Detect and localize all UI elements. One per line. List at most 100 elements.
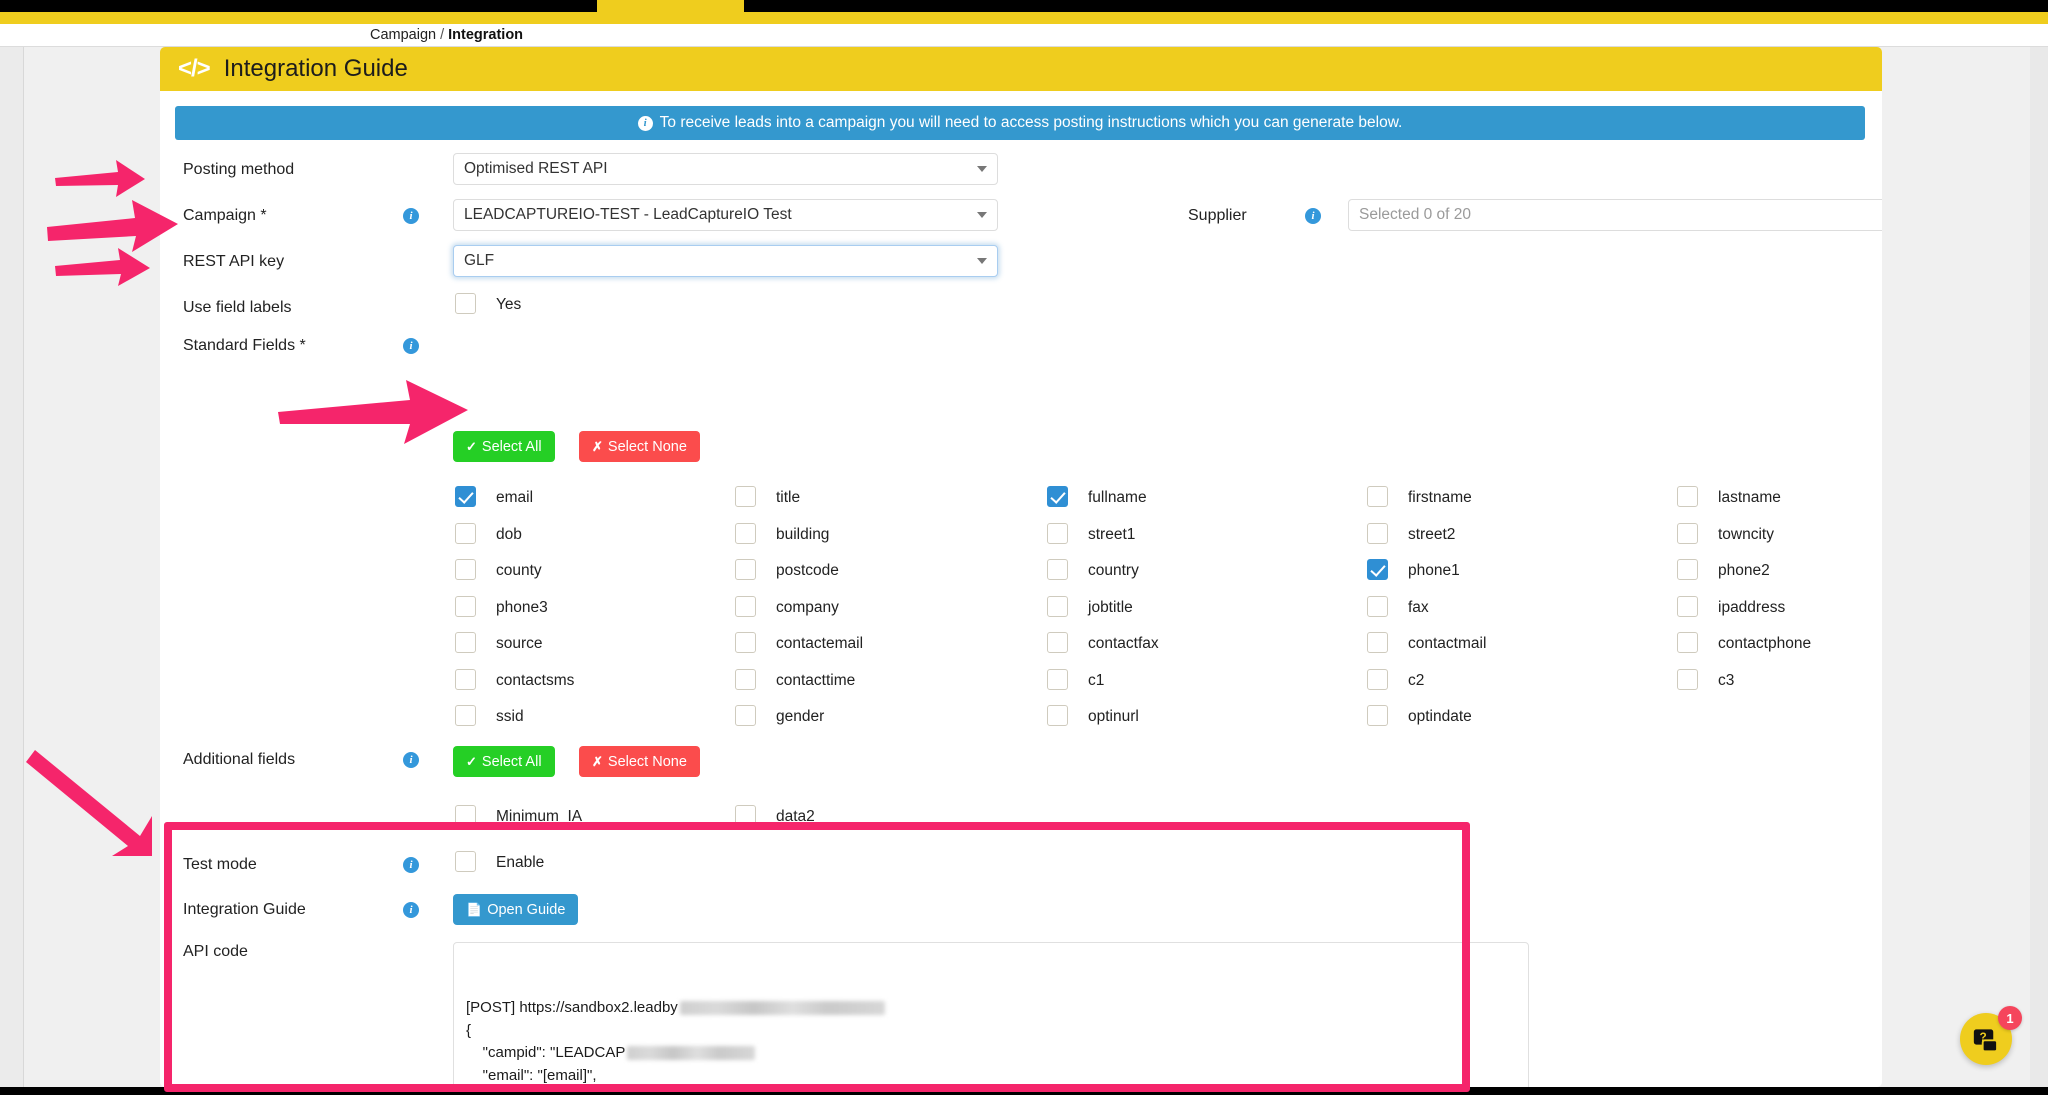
standard-field-checkbox-lastname[interactable]: [1677, 486, 1698, 507]
standard-field-checkbox-phone3[interactable]: [455, 596, 476, 617]
check-icon: ✓: [466, 754, 477, 770]
standard-field-checkbox-street2[interactable]: [1367, 523, 1388, 544]
supplier-select[interactable]: Selected 0 of 20: [1348, 199, 1882, 231]
standard-field-checkbox-gender[interactable]: [735, 705, 756, 726]
standard-field-checkbox-c2[interactable]: [1367, 669, 1388, 690]
standard-field-checkbox-contactmail[interactable]: [1367, 632, 1388, 653]
integration-guide-info-icon[interactable]: i: [403, 902, 419, 918]
breadcrumb-current: Integration: [448, 27, 523, 43]
standard-field-checkbox-contactemail[interactable]: [735, 632, 756, 653]
standard-field-checkbox-phone1[interactable]: [1367, 559, 1388, 580]
breadcrumb: Campaign/Integration: [370, 27, 523, 43]
standard-field-label-jobtitle: jobtitle: [1088, 599, 1133, 617]
rest-api-key-select[interactable]: GLF: [453, 245, 998, 277]
page-bottom-bar: [0, 1087, 2048, 1095]
supplier-info-icon[interactable]: i: [1305, 208, 1321, 224]
standard-field-label-ipaddress: ipaddress: [1718, 599, 1785, 617]
additional-fields-info-icon[interactable]: i: [403, 752, 419, 768]
test-mode-label: Test mode: [183, 856, 257, 874]
standard-field-checkbox-ssid[interactable]: [455, 705, 476, 726]
additional-fields-select-none-button[interactable]: ✗Select None: [579, 746, 700, 777]
standard-field-label-contactsms: contactsms: [496, 672, 574, 690]
standard-field-checkbox-title[interactable]: [735, 486, 756, 507]
use-field-labels-checkbox-label: Yes: [496, 296, 521, 314]
redacted-text: [680, 1001, 885, 1015]
page-title: Integration Guide: [224, 55, 408, 83]
info-icon: i: [638, 116, 653, 131]
standard-field-label-c1: c1: [1088, 672, 1104, 690]
rest-api-key-label: REST API key: [183, 253, 284, 271]
card-header: </> Integration Guide: [160, 47, 1882, 91]
standard-field-checkbox-email[interactable]: [455, 486, 476, 507]
standard-field-checkbox-dob[interactable]: [455, 523, 476, 544]
additional-fields-select-all-button[interactable]: ✓Select All: [453, 746, 555, 777]
standard-field-label-gender: gender: [776, 708, 824, 726]
card-body: i To receive leads into a campaign you w…: [160, 91, 1882, 1087]
standard-fields-info-icon[interactable]: i: [403, 338, 419, 354]
right-rail: [2030, 47, 2048, 1087]
open-guide-button[interactable]: 📄 Open Guide: [453, 894, 578, 925]
breadcrumb-separator: /: [440, 27, 444, 43]
standard-field-checkbox-towncity[interactable]: [1677, 523, 1698, 544]
standard-field-label-c2: c2: [1408, 672, 1424, 690]
standard-field-checkbox-country[interactable]: [1047, 559, 1068, 580]
browser-active-tab[interactable]: [597, 0, 744, 12]
api-code-line: [POST] https://sandbox2.leadby: [466, 997, 1516, 1020]
standard-field-checkbox-postcode[interactable]: [735, 559, 756, 580]
standard-field-checkbox-phone2[interactable]: [1677, 559, 1698, 580]
use-field-labels-checkbox[interactable]: [455, 293, 476, 314]
supplier-label: Supplier: [1188, 207, 1247, 225]
standard-field-checkbox-county[interactable]: [455, 559, 476, 580]
breadcrumb-parent[interactable]: Campaign: [370, 27, 436, 43]
standard-field-checkbox-fullname[interactable]: [1047, 486, 1068, 507]
standard-field-label-optindate: optindate: [1408, 708, 1472, 726]
test-mode-checkbox[interactable]: [455, 851, 476, 872]
posting-method-select[interactable]: Optimised REST API: [453, 153, 998, 185]
standard-fields-label: Standard Fields *: [183, 337, 306, 355]
posting-method-label: Posting method: [183, 161, 294, 179]
question-chat-icon: ?: [1973, 1026, 2000, 1053]
open-guide-label: Open Guide: [487, 902, 565, 918]
standard-field-checkbox-firstname[interactable]: [1367, 486, 1388, 507]
additional-field-checkbox-data2[interactable]: [735, 805, 756, 826]
standard-field-label-country: country: [1088, 562, 1139, 580]
standard-field-label-county: county: [496, 562, 542, 580]
standard-field-checkbox-ipaddress[interactable]: [1677, 596, 1698, 617]
standard-field-checkbox-optindate[interactable]: [1367, 705, 1388, 726]
standard-field-label-c3: c3: [1718, 672, 1734, 690]
standard-field-label-phone2: phone2: [1718, 562, 1770, 580]
standard-field-label-phone3: phone3: [496, 599, 548, 617]
standard-field-checkbox-street1[interactable]: [1047, 523, 1068, 544]
campaign-value: LEADCAPTUREIO-TEST - LeadCaptureIO Test: [464, 206, 814, 224]
standard-field-label-contactmail: contactmail: [1408, 635, 1486, 653]
standard-field-checkbox-source[interactable]: [455, 632, 476, 653]
standard-field-checkbox-optinurl[interactable]: [1047, 705, 1068, 726]
standard-field-label-contactemail: contactemail: [776, 635, 863, 653]
standard-field-checkbox-company[interactable]: [735, 596, 756, 617]
standard-field-label-dob: dob: [496, 526, 522, 544]
additional-field-checkbox-Minimum_IA[interactable]: [455, 805, 476, 826]
standard-field-checkbox-c1[interactable]: [1047, 669, 1068, 690]
standard-fields-select-all-button[interactable]: ✓Select All: [453, 431, 555, 462]
chevron-down-icon: [977, 258, 987, 264]
standard-field-checkbox-jobtitle[interactable]: [1047, 596, 1068, 617]
standard-field-checkbox-building[interactable]: [735, 523, 756, 544]
standard-field-label-street1: street1: [1088, 526, 1135, 544]
document-icon: 📄: [466, 902, 482, 918]
api-code-line: "campid": "LEADCAP: [466, 1042, 1516, 1065]
api-code-textarea[interactable]: [POST] https://sandbox2.leadby{ "campid"…: [453, 942, 1529, 1087]
standard-field-checkbox-c3[interactable]: [1677, 669, 1698, 690]
check-icon: ✓: [466, 439, 477, 455]
standard-field-checkbox-contactfax[interactable]: [1047, 632, 1068, 653]
campaign-select[interactable]: LEADCAPTUREIO-TEST - LeadCaptureIO Test: [453, 199, 998, 231]
standard-field-checkbox-contactphone[interactable]: [1677, 632, 1698, 653]
standard-field-checkbox-fax[interactable]: [1367, 596, 1388, 617]
help-badge: 1: [1998, 1006, 2022, 1030]
chevron-down-icon: [977, 212, 987, 218]
campaign-info-icon[interactable]: i: [403, 208, 419, 224]
standard-field-checkbox-contacttime[interactable]: [735, 669, 756, 690]
standard-field-checkbox-contactsms[interactable]: [455, 669, 476, 690]
test-mode-info-icon[interactable]: i: [403, 857, 419, 873]
standard-fields-select-none-button[interactable]: ✗Select None: [579, 431, 700, 462]
standard-field-label-optinurl: optinurl: [1088, 708, 1139, 726]
